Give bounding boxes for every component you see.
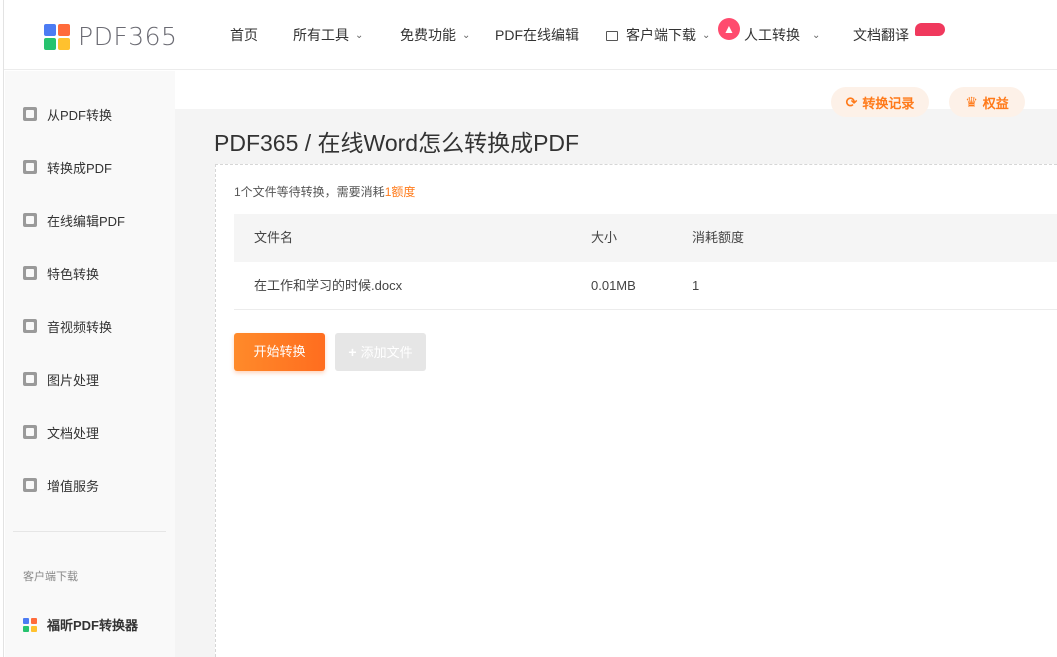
sidebar-item-media[interactable]: 音视频转换 [5,311,175,341]
edit-icon [23,213,37,227]
star-shield-icon [23,266,37,280]
chevron-down-icon: ⌄ [355,29,364,41]
monitor-download-icon [606,31,618,41]
media-icon [23,319,37,333]
nav-doc-translate-label: 文档翻译 [853,27,909,43]
main-content: ⟳ 转换记录 ♛ 权益 PDF365 / 在线Word怎么转换成PDF 1个文件… [175,71,1057,657]
sidebar-item-label: 特色转换 [47,266,100,282]
chevron-down-icon: ⌄ [812,29,821,41]
window-left-edge [0,0,4,657]
download-caption: 客户端下载 [23,571,78,583]
nav-pdf-online-edit-label: PDF在线编辑 [495,27,579,43]
sidebar-item-label: 转换成PDF [47,160,113,176]
sidebar-item-label: 文档处理 [47,425,100,441]
pending-suffix: 额度 [391,185,416,199]
sidebar-item-image[interactable]: 图片处理 [5,364,175,394]
sidebar-divider [13,531,166,532]
file-table-header: 文件名 大小 消耗额度 [234,214,1057,262]
table-row: 在工作和学习的时候.docx 0.01MB 1 [234,262,1057,310]
sidebar-item-online-edit[interactable]: 在线编辑PDF [5,205,175,235]
nav-manual-convert[interactable]: 人工转换 ⌄ [744,0,820,70]
service-icon [23,478,37,492]
app-name: 福昕PDF转换器 [47,618,139,633]
hot-badge-icon [915,23,945,36]
sidebar-item-label: 增值服务 [47,478,100,494]
row-size: 0.01MB [591,278,636,293]
logo-text: PDF365 [78,22,178,51]
header-cost: 消耗额度 [692,230,745,245]
nav-pdf-online-edit[interactable]: PDF在线编辑 [495,0,579,70]
plus-icon: + [348,344,357,360]
row-cost: 1 [692,278,700,293]
top-header: PDF365 首页 所有工具 ⌄ 免费功能 ⌄ PDF在线编辑 客户端下载 ⌄ … [4,0,1057,70]
app-logo-icon [23,617,37,632]
sidebar-item-label: 图片处理 [47,372,100,388]
nav-manual-convert-label: 人工转换 [744,27,800,43]
sidebar-item-from-pdf[interactable]: 从PDF转换 [5,99,175,129]
header-filename: 文件名 [254,230,294,245]
rights-button-label: 权益 [982,95,1009,111]
nav-free-features-label: 免费功能 [400,27,456,43]
add-file-button[interactable]: + 添加文件 [335,333,426,371]
row-filename: 在工作和学习的时候.docx [254,278,403,293]
pending-status: 1个文件等待转换，需要消耗1额度 [234,183,415,200]
pdf-from-icon [23,107,37,121]
sidebar-item-label: 从PDF转换 [47,107,113,123]
add-file-label: 添加文件 [360,345,413,360]
chevron-down-icon: ⌄ [702,29,711,41]
nav-client-download-label: 客户端下载 [626,27,696,43]
history-button-label: 转换记录 [862,95,915,111]
nav-home[interactable]: 首页 [230,0,258,70]
page-title: PDF365 / 在线Word怎么转换成PDF [214,130,580,156]
sidebar: 从PDF转换 转换成PDF 在线编辑PDF 特色转换 音视频转换 图片处理 文档… [5,71,175,657]
chevron-down-icon: ⌄ [462,29,471,41]
sidebar-item-label: 音视频转换 [47,319,113,335]
nav-doc-translate[interactable]: 文档翻译 [853,0,909,70]
conversion-panel: 1个文件等待转换，需要消耗1额度 文件名 大小 消耗额度 在工作和学习的时候.d… [215,164,1057,657]
fire-icon: ▲ [718,18,740,40]
history-button[interactable]: ⟳ 转换记录 [831,87,929,117]
sidebar-item-to-pdf[interactable]: 转换成PDF [5,152,175,182]
start-convert-button[interactable]: 开始转换 [234,333,325,371]
nav-client-download[interactable]: 客户端下载 ⌄ [606,0,710,70]
image-icon [23,372,37,386]
logo[interactable]: PDF365 [44,22,177,51]
document-icon [23,425,37,439]
nav-all-tools-label: 所有工具 [293,27,349,43]
nav-all-tools[interactable]: 所有工具 ⌄ [293,0,363,70]
sidebar-item-document[interactable]: 文档处理 [5,417,175,447]
pending-prefix: 1个文件等待转换，需要消耗 [234,185,385,199]
refresh-icon: ⟳ [845,93,858,110]
sidebar-item-service[interactable]: 增值服务 [5,470,175,500]
sidebar-item-label: 在线编辑PDF [47,213,126,229]
pdf-to-icon [23,160,37,174]
sidebar-app-link[interactable]: 福昕PDF转换器 [23,615,138,634]
nav-free-features[interactable]: 免费功能 ⌄ [400,0,470,70]
header-size: 大小 [591,230,618,245]
nav-home-label: 首页 [230,27,258,43]
sidebar-item-special[interactable]: 特色转换 [5,258,175,288]
crown-icon: ♛ [965,93,978,110]
rights-button[interactable]: ♛ 权益 [949,87,1025,117]
logo-mark-icon [44,23,70,50]
